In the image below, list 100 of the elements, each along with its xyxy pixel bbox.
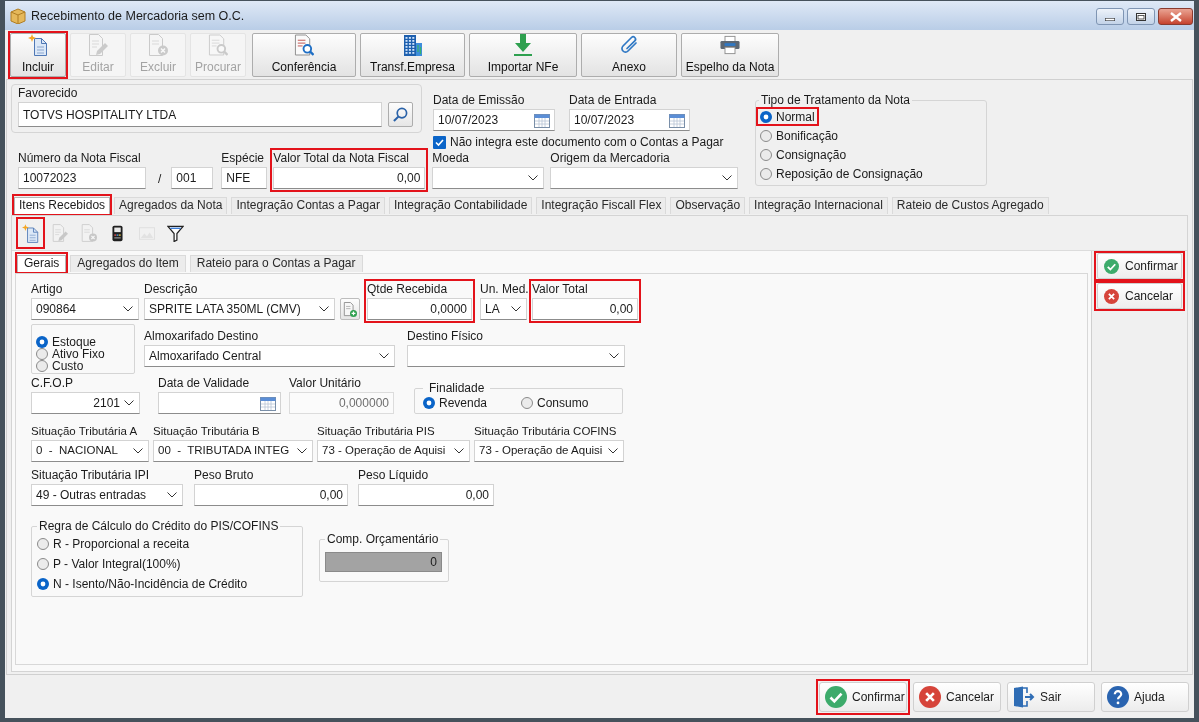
tab[interactable]: Agregados do Item bbox=[70, 254, 186, 272]
chevron-down-icon bbox=[297, 448, 307, 454]
field-label: Favorecido bbox=[18, 86, 78, 101]
tab[interactable]: Observação bbox=[670, 196, 746, 214]
tab[interactable]: Integração Fiscall Flex bbox=[536, 196, 667, 214]
chevron-down-icon bbox=[609, 353, 619, 359]
document-delete-icon bbox=[148, 33, 168, 56]
radio-button[interactable] bbox=[760, 110, 772, 123]
field-label: Peso Bruto bbox=[194, 468, 254, 483]
tab[interactable]: Rateio de Custos Agregado bbox=[891, 196, 1049, 214]
confirm-button[interactable]: Confirmar bbox=[819, 681, 907, 712]
radio-button[interactable] bbox=[36, 360, 48, 372]
radio-button[interactable] bbox=[760, 129, 772, 142]
minimize-icon bbox=[1105, 17, 1115, 21]
calendar-icon bbox=[669, 112, 685, 128]
radio-button[interactable] bbox=[760, 167, 772, 180]
radio-button[interactable] bbox=[36, 336, 48, 348]
tab[interactable]: Integração Internacional bbox=[749, 196, 888, 214]
toolbar-button[interactable]: Anexo bbox=[581, 32, 677, 77]
radio-button[interactable] bbox=[521, 396, 533, 409]
field-label: Valor Total bbox=[532, 282, 588, 297]
dropdown[interactable]: LA bbox=[480, 298, 527, 320]
radio-button[interactable] bbox=[37, 558, 49, 570]
input-field[interactable]: 0,00 bbox=[194, 484, 348, 506]
tab[interactable]: Integração Contabilidade bbox=[388, 196, 533, 214]
download-arrow-icon bbox=[513, 33, 533, 56]
toolbar-button[interactable]: Transf.Empresa bbox=[360, 32, 465, 77]
field-label: Situação Tributária COFINS bbox=[474, 424, 617, 439]
checkbox-label: Não integra este documento com o Contas a Pagar bbox=[450, 134, 724, 151]
chevron-down-icon bbox=[123, 306, 133, 312]
radio-button[interactable] bbox=[423, 396, 435, 409]
field-label: Qtde Recebida bbox=[367, 282, 448, 297]
cancel-button[interactable]: Cancelar bbox=[1097, 283, 1182, 309]
field-label: Situação Tributária PIS bbox=[317, 424, 435, 439]
document-pencil-icon bbox=[51, 224, 68, 242]
input-field[interactable]: 10/07/2023 bbox=[433, 109, 555, 131]
dropdown[interactable]: 73 - Operação de Aquisi bbox=[317, 440, 470, 462]
input-field[interactable]: 0,00 bbox=[358, 484, 494, 506]
close-icon bbox=[1169, 11, 1182, 22]
toolbar-button[interactable]: Espelho da Nota bbox=[681, 32, 779, 77]
building-icon bbox=[402, 33, 423, 56]
input-field[interactable]: 10/07/2023 bbox=[569, 109, 690, 131]
dropdown[interactable]: 0 - NACIONAL bbox=[31, 440, 149, 462]
radio-button[interactable] bbox=[37, 538, 49, 550]
dropdown[interactable] bbox=[432, 167, 545, 189]
close-button[interactable] bbox=[1158, 8, 1193, 25]
field-label: Número da Nota Fiscal bbox=[18, 151, 141, 166]
input-field[interactable]: NFE bbox=[221, 167, 268, 189]
check-circle-icon bbox=[825, 685, 847, 708]
chevron-down-icon bbox=[528, 175, 539, 181]
chevron-down-icon bbox=[379, 353, 389, 359]
box-icon bbox=[10, 8, 26, 24]
radio-label: P - Valor Integral(100%) bbox=[53, 556, 181, 573]
field-label: Peso Líquido bbox=[358, 468, 429, 483]
field-label: Situação Tributária IPI bbox=[31, 468, 150, 483]
dropdown[interactable]: 73 - Operação de Aquisi bbox=[474, 440, 624, 462]
tab[interactable]: Integração Contas a Pagar bbox=[231, 196, 385, 214]
dropdown[interactable] bbox=[550, 167, 739, 189]
input-field[interactable]: 0,0000 bbox=[367, 298, 472, 320]
radio-button[interactable] bbox=[36, 348, 48, 360]
input-field[interactable]: 10072023 bbox=[18, 167, 146, 189]
checkbox[interactable] bbox=[433, 135, 446, 149]
dropdown[interactable]: Almoxarifado Central bbox=[144, 345, 395, 367]
chevron-down-icon bbox=[124, 400, 134, 406]
field-label: Destino Físico bbox=[407, 329, 484, 344]
input-field[interactable] bbox=[158, 392, 281, 414]
input-field[interactable]: 0,00 bbox=[273, 167, 426, 189]
toolbar-button[interactable]: Incluir bbox=[10, 32, 66, 77]
dropdown[interactable]: 49 - Outras entradas bbox=[31, 484, 183, 506]
dropdown[interactable]: SPRITE LATA 350ML (CMV) bbox=[144, 298, 335, 320]
input-field[interactable]: 001 bbox=[171, 167, 214, 189]
search-button[interactable] bbox=[388, 102, 413, 127]
document-pencil-icon bbox=[88, 33, 108, 56]
tab[interactable]: Rateio para o Contas a Pagar bbox=[189, 254, 363, 272]
radio-button[interactable] bbox=[37, 578, 49, 590]
input-field[interactable]: TOTVS HOSPITALITY LTDA bbox=[18, 102, 382, 127]
tab[interactable]: Gerais bbox=[17, 254, 67, 272]
chevron-down-icon bbox=[454, 448, 464, 454]
maximize-icon bbox=[1136, 12, 1146, 21]
cancel-button[interactable]: Cancelar bbox=[913, 681, 1001, 712]
dropdown[interactable]: 00 - TRIBUTADA INTEG bbox=[153, 440, 313, 462]
chevron-down-icon bbox=[511, 306, 521, 312]
help-button[interactable]: Ajuda bbox=[1101, 681, 1189, 712]
add-item-button[interactable] bbox=[340, 298, 360, 320]
input-field[interactable]: 0,00 bbox=[532, 298, 638, 320]
tab[interactable]: Agregados da Nota bbox=[114, 196, 228, 214]
field-label: Origem da Mercadoria bbox=[550, 151, 670, 166]
toolbar-button[interactable]: Conferência bbox=[252, 32, 356, 77]
field-label: Data de Validade bbox=[158, 376, 250, 391]
tab[interactable]: Itens Recebidos bbox=[14, 196, 111, 214]
confirm-button[interactable]: Confirmar bbox=[1097, 253, 1182, 279]
toolbar-button[interactable]: Importar NFe bbox=[469, 32, 577, 77]
dropdown[interactable] bbox=[407, 345, 625, 367]
dropdown[interactable]: 2101 bbox=[31, 392, 140, 414]
dropdown[interactable]: 090864 bbox=[31, 298, 139, 320]
search-icon bbox=[393, 107, 408, 122]
radio-button[interactable] bbox=[760, 148, 772, 161]
exit-button[interactable]: Sair bbox=[1007, 681, 1095, 712]
funnel-icon bbox=[167, 224, 184, 242]
maximize-button[interactable] bbox=[1127, 8, 1155, 25]
